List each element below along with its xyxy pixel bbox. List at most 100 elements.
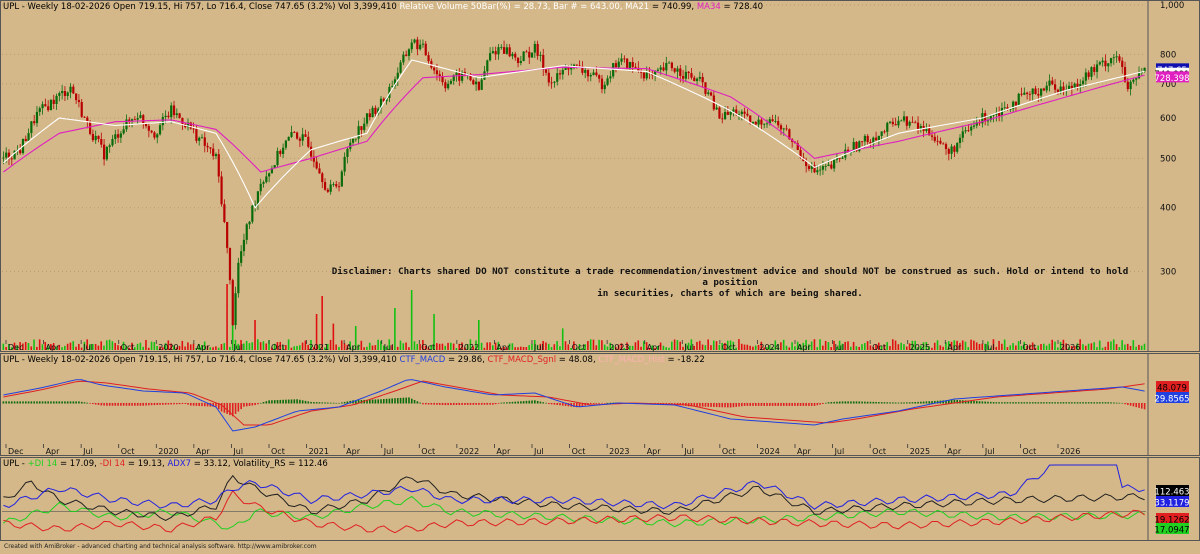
volume-bar <box>1121 340 1123 350</box>
macd-hist-bar <box>1113 402 1115 404</box>
volume-bar <box>973 340 975 350</box>
volume-bar <box>1101 347 1104 350</box>
volume-bar <box>531 343 533 350</box>
candle-body <box>838 158 841 159</box>
price-x-axis-label-11: Oct <box>421 343 435 352</box>
macd-hist-bar <box>1059 402 1062 404</box>
macd-hist-bar <box>410 398 413 404</box>
candle-body <box>824 165 827 167</box>
candle-body <box>374 107 377 114</box>
volume-bar <box>1143 343 1146 350</box>
candle-body <box>900 120 903 122</box>
candle-body <box>321 173 324 183</box>
macd-hist-bar <box>106 403 108 406</box>
macd-hist-bar <box>1029 402 1031 404</box>
macd-hist-bar <box>718 403 721 408</box>
price-x-axis-label-16: 2023 <box>609 343 629 352</box>
volume-bar <box>187 342 189 350</box>
candle-body <box>1045 85 1048 91</box>
volume-bar <box>522 346 525 350</box>
volume-bar <box>981 343 984 350</box>
volume-bar <box>444 345 447 350</box>
macd-hist-bar <box>768 403 771 406</box>
volume-bar <box>587 341 589 350</box>
price-header-part-0: UPL - Weekly 18-02-2026 Open 719.15, Hi … <box>3 2 400 12</box>
volume-bar <box>889 346 891 350</box>
volume-bar <box>961 340 964 350</box>
macd-hist-bar <box>290 399 293 404</box>
macd-hist-bar <box>234 403 237 414</box>
macd-hist-bar <box>461 403 463 405</box>
macd-hist-bar <box>100 403 103 406</box>
volume-bar <box>105 340 108 350</box>
candle-body <box>265 176 268 183</box>
volume-bar <box>712 340 715 350</box>
macd-hist-bar <box>668 403 670 404</box>
macd-hist-bar <box>13 401 16 404</box>
macd-hist-bar <box>469 403 472 405</box>
candle-body <box>105 146 108 160</box>
volume-bar <box>489 342 491 350</box>
volume-bar <box>1110 341 1112 350</box>
candle-body <box>10 158 13 160</box>
macd-hist-bar <box>1006 402 1009 404</box>
volume-bar <box>891 339 894 350</box>
macd-hist-bar <box>64 401 66 404</box>
macd-pane: UPL - Weekly 18-02-2026 Open 719.15, Hi … <box>0 353 1200 456</box>
macd-hist-bar <box>455 403 458 406</box>
candle-body <box>142 115 145 124</box>
candle-body <box>343 156 346 172</box>
candle-body <box>1017 93 1020 106</box>
macd-hist-bar <box>704 403 707 407</box>
macd-hist-bar <box>436 403 438 405</box>
macd-hist-bar <box>841 401 844 404</box>
candle-body <box>326 189 329 192</box>
macd-hist-bar <box>58 401 61 404</box>
macd-hist-bar <box>550 403 553 405</box>
disclaimer: Disclaimer: Charts shared DO NOT constit… <box>330 266 1130 299</box>
macd-hist-bar <box>38 401 41 404</box>
macd-hist-bar <box>97 403 100 405</box>
macd-hist-bar <box>562 403 564 406</box>
volume-bar <box>254 320 256 350</box>
volume-bar <box>257 339 259 350</box>
volume-bar <box>285 345 287 350</box>
macd-hist-bar <box>441 403 444 406</box>
volume-bar <box>936 340 939 350</box>
macd-hist-bar <box>1101 402 1104 404</box>
macd-hist-bar <box>318 402 321 404</box>
candle-body <box>1107 63 1110 67</box>
macd-hist-bar <box>914 402 917 404</box>
price-header: UPL - Weekly 18-02-2026 Open 719.15, Hi … <box>3 2 763 12</box>
volume-bar <box>1090 343 1093 350</box>
candle-body <box>729 111 732 115</box>
candle-body <box>659 67 662 70</box>
candle-body <box>24 138 27 142</box>
di-plus-line <box>3 495 1145 530</box>
volume-bar <box>514 347 516 350</box>
macd-hist-bar <box>380 399 382 404</box>
price-x-axis-label-28: 2026 <box>1060 343 1080 352</box>
candle-body <box>1118 56 1121 61</box>
macd-hist-bar <box>749 403 752 406</box>
macd-x-axis-label-19: Oct <box>722 447 736 456</box>
macd-hist-bar <box>827 402 830 404</box>
volume-bar <box>64 345 66 350</box>
candle-body <box>1090 67 1093 77</box>
volume-bar <box>103 345 105 350</box>
macd-hist-bar <box>388 398 391 404</box>
candle-body <box>407 49 411 56</box>
candle-body <box>553 81 556 83</box>
volume-bar <box>710 345 712 350</box>
adx-chart: UPL - +DI 14 = 17.09, -DI 14 = 19.13, AD… <box>0 457 1200 541</box>
volume-bar <box>329 339 332 350</box>
volume-bar <box>114 343 116 350</box>
volume-bar <box>603 344 606 350</box>
volume-bar <box>858 346 861 350</box>
candle-body <box>777 121 780 126</box>
price-x-axis-label-21: Apr <box>797 343 812 352</box>
candle-body <box>933 136 936 141</box>
volume-bar <box>998 340 1000 350</box>
macd-hist-bar <box>514 401 517 404</box>
macd-hist-bar <box>131 403 133 406</box>
